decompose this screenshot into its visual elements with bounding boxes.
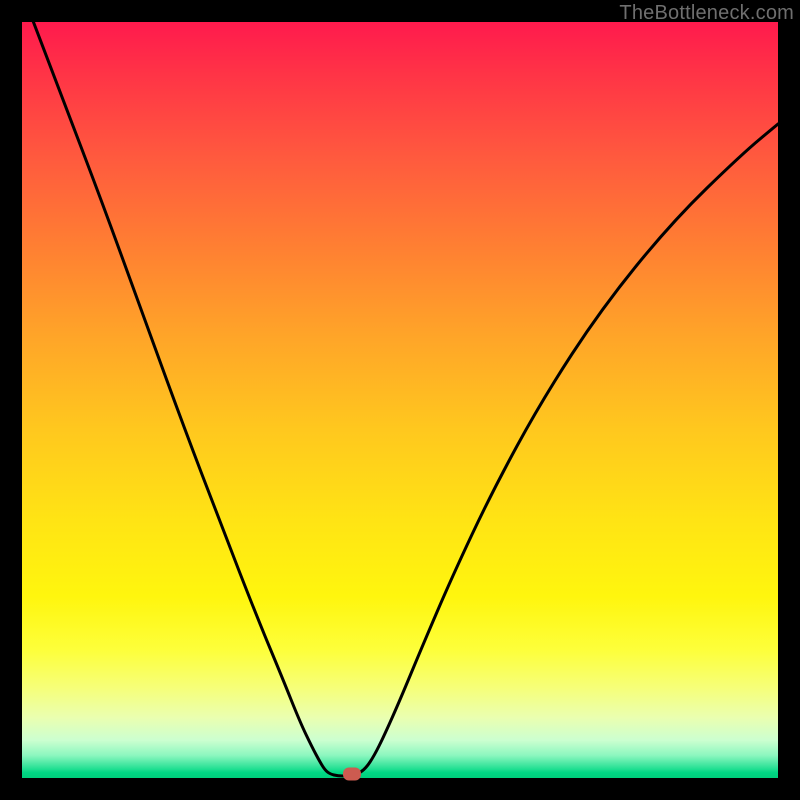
optimum-marker <box>343 768 361 781</box>
plot-background-gradient <box>22 22 778 778</box>
plot-frame <box>22 22 778 778</box>
